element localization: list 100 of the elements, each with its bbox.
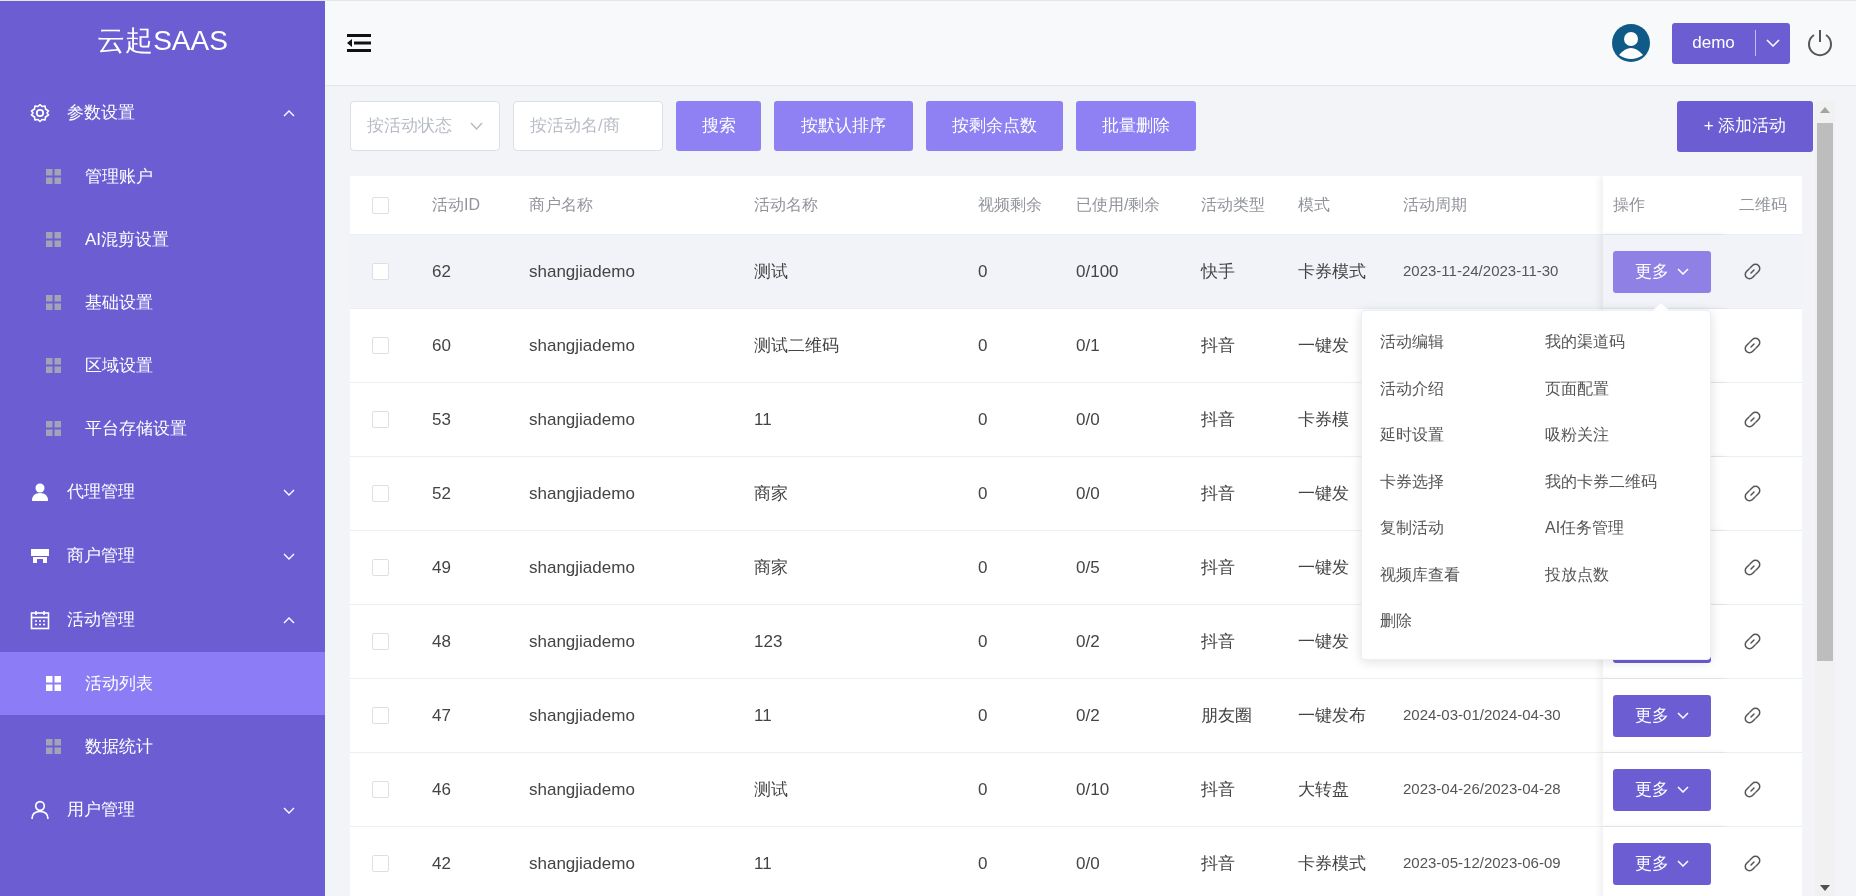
table-cell-text: 0	[977, 260, 988, 283]
menu-option[interactable]: 卡券选择	[1380, 458, 1545, 505]
column-header: 活动周期	[1402, 195, 1467, 215]
chevron-down-icon	[1677, 786, 1689, 793]
table-cell-text: 62	[431, 260, 451, 283]
checkbox[interactable]	[372, 633, 389, 650]
link-icon[interactable]	[1743, 262, 1762, 281]
link-icon[interactable]	[1743, 336, 1762, 355]
table-cell-text: 0	[977, 408, 988, 431]
table-cell-text: 53	[431, 408, 451, 431]
menu-item[interactable]: 数据统计	[0, 715, 325, 778]
table-cell-text: 测试	[753, 778, 788, 801]
link-icon[interactable]	[1743, 410, 1762, 429]
menu-option[interactable]: 投放点数	[1545, 551, 1710, 598]
menu-option[interactable]: 延时设置	[1380, 412, 1545, 459]
table-cell-text: shangjiademo	[528, 334, 635, 357]
menu-option[interactable]: 视频库查看	[1380, 551, 1545, 598]
table-cell-text: 商家	[753, 556, 788, 579]
grid-icon	[46, 739, 61, 754]
scrollbar[interactable]	[1815, 101, 1835, 896]
menu-group[interactable]: 商户管理	[0, 524, 325, 588]
table-cell-text: 0	[977, 482, 988, 505]
scrollbar-thumb[interactable]	[1817, 123, 1833, 661]
menu-item[interactable]: AI混剪设置	[0, 208, 325, 271]
scroll-down-icon[interactable]	[1820, 885, 1830, 891]
sort-button[interactable]: 按剩余点数	[926, 101, 1063, 151]
menu-option[interactable]: AI任务管理	[1545, 505, 1710, 552]
table-cell-text: 123	[753, 630, 783, 653]
menu-item[interactable]: 区域设置	[0, 334, 325, 397]
table-cell-text: 大转盘	[1297, 778, 1349, 801]
link-icon[interactable]	[1743, 484, 1762, 503]
checkbox[interactable]	[372, 707, 389, 724]
search-field[interactable]: 按活动名/商	[513, 101, 663, 151]
table-cell-text: 2024-03-01/2024-04-30	[1402, 705, 1561, 726]
grid-icon	[46, 295, 61, 310]
link-icon[interactable]	[1743, 558, 1762, 577]
menu-item[interactable]: 平台存储设置	[0, 397, 325, 460]
link-icon[interactable]	[1743, 632, 1762, 651]
menu-item[interactable]: 基础设置	[0, 271, 325, 334]
checkbox[interactable]	[372, 855, 389, 872]
table-cell-text: 抖音	[1200, 778, 1235, 801]
gear-icon	[30, 103, 50, 123]
table-cell-text: 11	[753, 852, 772, 875]
link-icon[interactable]	[1743, 706, 1762, 725]
more-button[interactable]: 更多	[1613, 694, 1711, 737]
table-cell-text: 2023-11-24/2023-11-30	[1402, 261, 1559, 282]
link-icon[interactable]	[1743, 780, 1762, 799]
table-cell-text: shangjiademo	[528, 704, 635, 727]
table-cell-text: 0/1	[1075, 334, 1100, 357]
column-header: 商户名称	[528, 195, 593, 215]
more-button[interactable]: 更多	[1613, 768, 1711, 811]
menu-option[interactable]: 活动编辑	[1380, 319, 1545, 366]
menu-group[interactable]: 代理管理	[0, 460, 325, 524]
table-cell-text: 0/2	[1075, 704, 1100, 727]
menu-option[interactable]: 活动介绍	[1380, 365, 1545, 412]
table-cell-text: 抖音	[1200, 334, 1235, 357]
checkbox[interactable]	[372, 485, 389, 502]
table-cell-text: 60	[431, 334, 451, 357]
table-cell-text: 0/0	[1075, 852, 1100, 875]
checkbox[interactable]	[372, 781, 389, 798]
menu-option[interactable]: 我的卡券二维码	[1545, 458, 1710, 505]
menu-group[interactable]: 活动管理	[0, 588, 325, 652]
table-cell-text: 0	[977, 334, 988, 357]
user-dropdown-button[interactable]: demo	[1672, 22, 1790, 64]
checkbox[interactable]	[372, 196, 389, 214]
more-button[interactable]: 更多	[1613, 250, 1711, 293]
table-cell-text: shangjiademo	[528, 852, 635, 875]
column-header: 模式	[1297, 195, 1330, 215]
menu-option[interactable]: 复制活动	[1380, 505, 1545, 552]
table-cell-text: 测试二维码	[753, 334, 839, 357]
add-activity-button[interactable]: + 添加活动	[1677, 100, 1813, 152]
menu-option[interactable]: 吸粉关注	[1545, 412, 1710, 459]
link-icon[interactable]	[1743, 854, 1762, 873]
menu-option[interactable]: 页面配置	[1545, 365, 1710, 412]
menu-item[interactable]: 管理账户	[0, 145, 325, 208]
checkbox[interactable]	[372, 337, 389, 354]
menu-option[interactable]: 我的渠道码	[1545, 319, 1710, 366]
table-cell-text: shangjiademo	[528, 556, 635, 579]
menu-item[interactable]: 活动列表	[0, 652, 325, 715]
table-cell-text: 抖音	[1200, 482, 1235, 505]
table-cell-text: 一键发	[1297, 630, 1349, 653]
menu-option[interactable]: 删除	[1380, 598, 1545, 645]
checkbox[interactable]	[372, 263, 389, 280]
menu-group[interactable]: 参数设置	[0, 81, 325, 145]
avatar-icon[interactable]	[1612, 24, 1650, 62]
more-button[interactable]: 更多	[1613, 842, 1711, 885]
batch-delete-button[interactable]: 批量删除	[1076, 101, 1196, 151]
menu-icon[interactable]	[347, 34, 371, 52]
table-cell-text: 0	[977, 852, 988, 875]
table-cell-text: 11	[753, 704, 772, 727]
search-button[interactable]: 搜索	[676, 101, 761, 151]
table-cell-text: 0/0	[1075, 482, 1100, 505]
checkbox[interactable]	[372, 559, 389, 576]
table-cell-text: shangjiademo	[528, 482, 635, 505]
menu-group[interactable]: 用户管理	[0, 778, 325, 842]
table-cell-text: shangjiademo	[528, 630, 635, 653]
checkbox[interactable]	[372, 411, 389, 428]
sort-button[interactable]: 按默认排序	[774, 101, 913, 151]
power-icon[interactable]	[1806, 28, 1834, 58]
table-cell-text: 47	[431, 704, 451, 727]
